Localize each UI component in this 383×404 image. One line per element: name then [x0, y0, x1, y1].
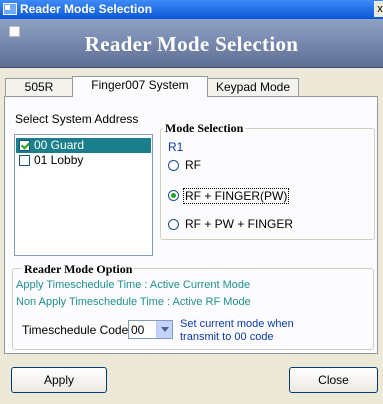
mode-selection-title: Mode Selection	[163, 121, 246, 136]
timeschedule-code-label: Timeschedule Code	[22, 323, 129, 337]
window-title: Reader Mode Selection	[20, 2, 153, 16]
close-window-button[interactable]: x	[374, 1, 383, 17]
tab-finger007-system[interactable]: Finger007 System	[72, 76, 208, 97]
close-button[interactable]: Close	[289, 367, 378, 393]
non-apply-info-text: Non Apply Timeschedule Time : Active RF …	[16, 296, 251, 308]
reader-mode-option-title: Reader Mode Option	[22, 262, 135, 277]
apply-button[interactable]: Apply	[11, 367, 107, 393]
list-item-label: 01 Lobby	[34, 153, 84, 167]
tab-keypad-mode[interactable]: Keypad Mode	[207, 78, 299, 96]
header-banner: Reader Mode Selection	[0, 19, 383, 68]
chevron-down-icon[interactable]	[156, 321, 172, 338]
hint-line-2: transmit to 00 code	[180, 331, 274, 343]
checkbox-checked[interactable]	[19, 140, 30, 151]
reader-id: R1	[168, 140, 184, 154]
radio-rf-label: RF	[185, 158, 201, 172]
list-item-01-lobby[interactable]: 01 Lobby	[16, 153, 151, 168]
hint-line-1: Set current mode when	[180, 318, 294, 330]
checkbox-unchecked[interactable]	[19, 155, 30, 166]
apply-info-text: Apply Timeschedule Time : Active Current…	[16, 279, 251, 291]
radio-rf-finger-pw[interactable]	[168, 190, 179, 201]
radio-rf-pw-finger-label: RF + PW + FINGER	[185, 217, 294, 231]
address-list[interactable]: 00 Guard 01 Lobby	[14, 134, 153, 256]
tab-505r-system[interactable]: 505R System	[5, 78, 73, 111]
timeschedule-code-select[interactable]: 00	[128, 320, 173, 339]
radio-rf-finger-pw-label: RF + FINGER(PW)	[183, 188, 290, 204]
radio-rf[interactable]	[168, 160, 179, 171]
title-bar: Reader Mode Selection x	[0, 0, 383, 19]
banner-title: Reader Mode Selection	[84, 32, 299, 56]
address-label: Select System Address	[15, 112, 139, 126]
list-item-label: 00 Guard	[34, 138, 85, 152]
radio-rf-pw-finger[interactable]	[168, 219, 179, 230]
list-item-00-guard[interactable]: 00 Guard	[16, 138, 151, 153]
timeschedule-code-value: 00	[131, 323, 145, 337]
app-icon	[3, 3, 17, 15]
